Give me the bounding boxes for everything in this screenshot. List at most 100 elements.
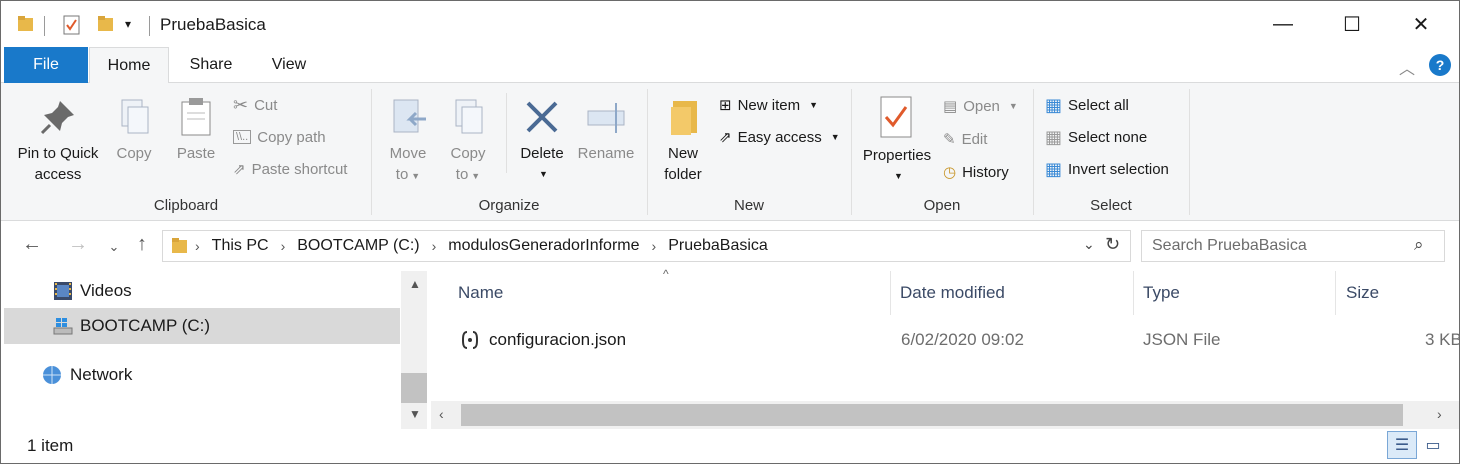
file-row[interactable]: configuracion.json 6/02/2020 09:02 JSON …: [431, 325, 1459, 355]
invert-selection-icon: ▦: [1045, 158, 1063, 179]
minimize-button[interactable]: —: [1248, 1, 1318, 47]
up-button[interactable]: ↑: [127, 233, 157, 256]
edit-label: Edit: [961, 130, 988, 148]
scroll-left-icon[interactable]: ‹: [439, 406, 444, 422]
breadcrumb-modulos[interactable]: modulosGeneradorInforme: [448, 237, 639, 255]
column-separator[interactable]: [890, 271, 891, 315]
nav-item-videos[interactable]: Videos: [4, 273, 400, 309]
scroll-up-icon[interactable]: ▲: [409, 277, 421, 291]
customize-quick-access-icon[interactable]: ▾: [125, 17, 131, 31]
scroll-down-icon[interactable]: ▼: [409, 407, 421, 421]
copy-path-button[interactable]: \\.. Copy path: [233, 125, 326, 149]
back-button[interactable]: ←: [17, 233, 47, 256]
pin-to-quick-access-button[interactable]: Pin to Quick access: [9, 97, 107, 185]
copy-to-label-2: to: [455, 166, 469, 183]
history-icon: ◷: [943, 164, 957, 181]
column-header-type[interactable]: Type: [1143, 271, 1333, 315]
large-icons-view-button[interactable]: ▭: [1421, 434, 1445, 456]
file-size: 3 KB: [1425, 330, 1459, 349]
breadcrumb-arrow-icon[interactable]: ›: [281, 238, 286, 254]
address-dropdown-icon[interactable]: ⌄: [1083, 236, 1095, 253]
scroll-right-icon[interactable]: ›: [1437, 406, 1442, 422]
new-folder-button[interactable]: New folder: [657, 97, 709, 185]
nav-item-network[interactable]: Network: [4, 357, 400, 393]
scrollbar-thumb[interactable]: [401, 373, 427, 403]
tab-view[interactable]: View: [254, 47, 324, 83]
dropdown-caret-icon: ▼: [809, 100, 819, 110]
new-group-label: New: [733, 197, 764, 214]
rename-button[interactable]: Rename: [575, 97, 637, 164]
select-all-icon: ▦: [1045, 94, 1063, 115]
properties-button[interactable]: Properties ▼: [859, 95, 935, 187]
dropdown-caret-icon: ▼: [1008, 101, 1018, 111]
breadcrumb-this-pc[interactable]: This PC: [212, 237, 269, 255]
title-separator: [149, 16, 150, 36]
history-button[interactable]: ◷ History: [943, 160, 1009, 184]
new-item-button[interactable]: ⊞ New item ▼: [719, 93, 818, 117]
column-header-size[interactable]: Size: [1346, 271, 1456, 315]
copy-to-label-1: Copy: [450, 145, 486, 162]
column-header-date[interactable]: Date modified: [900, 271, 1130, 315]
open-button[interactable]: ▤ Open ▼: [943, 94, 1018, 118]
folder-icon: [172, 238, 187, 253]
new-item-label: New item: [737, 96, 801, 114]
json-file-icon: [461, 331, 479, 349]
dropdown-caret-icon: ▼: [830, 132, 840, 142]
select-all-button[interactable]: ▦ Select all: [1045, 93, 1129, 117]
forward-button[interactable]: →: [63, 233, 93, 256]
file-date: 6/02/2020 09:02: [901, 330, 1024, 349]
videos-icon: [54, 282, 72, 300]
move-label-2: to: [395, 166, 409, 183]
select-all-label: Select all: [1068, 96, 1129, 114]
recent-locations-button[interactable]: ⌄: [99, 239, 129, 255]
nav-item-label: BOOTCAMP (C:): [80, 316, 211, 335]
easy-access-button[interactable]: ⇗ Easy access ▼: [719, 125, 840, 149]
delete-label: Delete: [520, 145, 564, 162]
column-header-name[interactable]: Name: [458, 271, 888, 315]
invert-selection-button[interactable]: ▦ Invert selection: [1045, 157, 1169, 181]
pin-label-2: access: [34, 166, 82, 183]
search-icon[interactable]: ⌕: [1414, 235, 1424, 255]
search-input[interactable]: Search PruebaBasica ⌕: [1141, 230, 1445, 262]
delete-button[interactable]: Delete ▼: [517, 97, 567, 185]
copy-to-button[interactable]: Copy to ▼: [445, 97, 491, 187]
new-folder-label-2: folder: [664, 166, 702, 183]
collapse-ribbon-icon[interactable]: ︿: [1399, 55, 1415, 79]
details-view-button[interactable]: ☰: [1387, 431, 1417, 459]
cut-button[interactable]: ✂ Cut: [233, 93, 277, 117]
paste-shortcut-button[interactable]: ⇗ Paste shortcut: [233, 157, 347, 181]
breadcrumb-bootcamp[interactable]: BOOTCAMP (C:): [297, 237, 419, 255]
copy-button[interactable]: Copy: [111, 97, 157, 164]
paste-button[interactable]: Paste: [173, 97, 219, 164]
edit-button[interactable]: ✎ Edit: [943, 127, 987, 151]
address-bar[interactable]: › This PC › BOOTCAMP (C:) › modulosGener…: [162, 230, 1131, 262]
help-icon[interactable]: ?: [1429, 54, 1451, 76]
explorer-window: ▾ PruebaBasica — ☐ ✕ File Home Share Vie…: [0, 0, 1460, 464]
search-placeholder: Search PruebaBasica: [1152, 237, 1307, 254]
new-folder-quick-icon[interactable]: [97, 15, 115, 33]
select-none-button[interactable]: ▦ Select none: [1045, 125, 1147, 149]
clipboard-group-label: Clipboard: [153, 197, 219, 214]
maximize-button[interactable]: ☐: [1317, 1, 1387, 47]
refresh-icon[interactable]: ↻: [1105, 234, 1120, 255]
drive-icon: [53, 318, 73, 335]
breadcrumb-arrow-icon[interactable]: ›: [652, 238, 657, 254]
move-to-button[interactable]: Move to ▼: [385, 97, 431, 187]
tab-home[interactable]: Home: [89, 47, 169, 84]
properties-quick-icon[interactable]: [63, 15, 81, 35]
breadcrumb-arrow-icon[interactable]: ›: [432, 238, 437, 254]
close-button[interactable]: ✕: [1386, 1, 1456, 47]
invert-selection-label: Invert selection: [1068, 160, 1169, 178]
nav-item-label: Videos: [80, 281, 132, 300]
column-separator[interactable]: [1335, 271, 1336, 315]
tab-file[interactable]: File: [4, 47, 88, 83]
breadcrumb-arrow-icon[interactable]: ›: [195, 238, 200, 254]
delete-icon: [526, 101, 558, 133]
breadcrumb-prueba[interactable]: PruebaBasica: [668, 237, 768, 255]
nav-pane-scrollbar[interactable]: ▲ ▼: [401, 271, 427, 429]
dropdown-caret-icon: ▼: [411, 171, 421, 181]
scrollbar-thumb[interactable]: [461, 404, 1403, 426]
column-separator[interactable]: [1133, 271, 1134, 315]
tab-share[interactable]: Share: [176, 47, 246, 83]
nav-item-bootcamp[interactable]: BOOTCAMP (C:): [4, 308, 400, 344]
